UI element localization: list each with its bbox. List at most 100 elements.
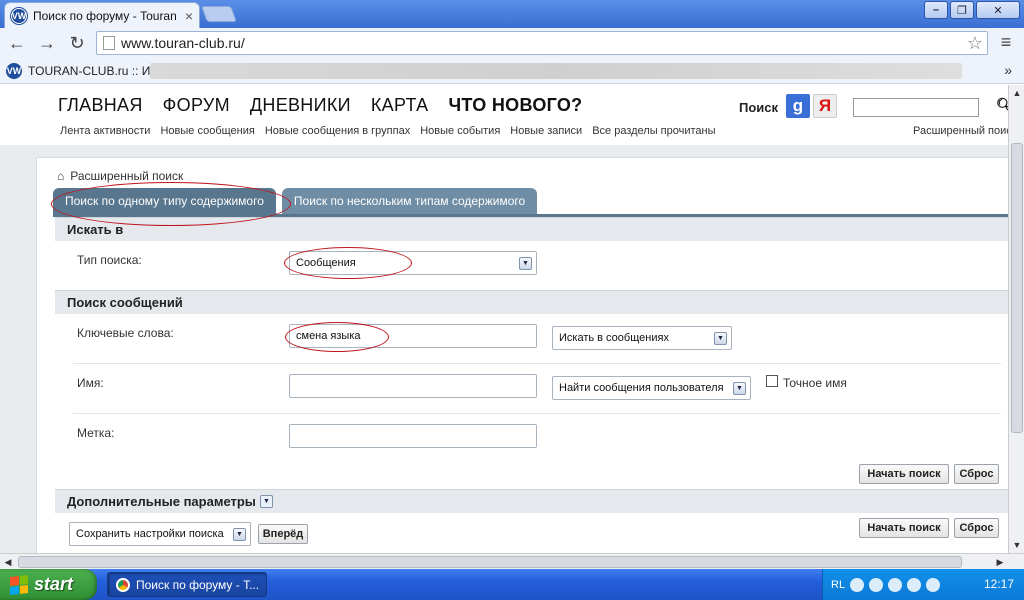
windows-taskbar: start Поиск по форуму - Т... RL 12:17 [0,569,1024,600]
google-search-icon[interactable]: g [786,94,810,118]
bookmarks-bar: VW TOURAN-CLUB.ru :: И... » [0,58,1024,84]
browser-titlebar: VW Поиск по форуму - Touran C × – ❐ ✕ [0,0,1024,28]
menu-icon[interactable]: ≡ [996,32,1016,53]
reset-button[interactable]: Сброс [954,464,999,484]
subnav-activity[interactable]: Лента активности [60,125,150,137]
tray-network-icon[interactable] [888,577,903,592]
exact-name-checkbox[interactable] [766,375,778,387]
subnav-new-events[interactable]: Новые события [420,125,500,137]
name-label: Имя: [77,376,104,390]
minimize-icon[interactable]: – [924,1,948,19]
tag-input[interactable] [289,424,537,448]
section-extra[interactable]: Дополнительные параметры ▼ [55,489,1008,513]
nav-diaries[interactable]: ДНЕВНИКИ [250,95,351,116]
start-label: start [34,574,74,594]
expand-chevron-icon[interactable]: ▼ [259,495,273,508]
tag-label: Метка: [77,426,115,440]
window-close-icon[interactable]: ✕ [976,1,1020,19]
url-text: www.touran-club.ru/ [121,35,245,51]
advanced-search-link[interactable]: Расширенный поиск [913,125,1008,137]
magnifier-icon[interactable]: 🔍︎ [996,97,1008,114]
sub-nav: Лента активности Новые сообщения Новые с… [60,125,716,137]
windows-logo-icon [10,574,28,595]
section-search-in: Искать в [55,217,1008,241]
nav-home[interactable]: ГЛАВНАЯ [58,95,143,116]
nav-forum[interactable]: ФОРУМ [163,95,230,116]
name-input[interactable] [289,374,537,398]
chrome-icon [116,577,130,592]
forward-arrow-icon[interactable]: → [36,32,58,54]
save-settings-value: Сохранить настройки поиска [76,528,224,540]
keywords-input[interactable]: смена языка [289,324,537,348]
clock: 12:17 [983,577,1014,591]
subnav-new-group-posts[interactable]: Новые сообщения в группах [265,125,410,137]
reload-icon[interactable]: ↻ [66,32,88,54]
search-type-select[interactable]: Сообщения ▼ [289,251,537,275]
tray-signal-icon[interactable] [926,577,941,592]
chevron-down-icon: ▼ [233,528,246,541]
vertical-scroll-thumb[interactable] [1011,143,1023,433]
chevron-down-icon: ▼ [733,382,746,395]
breadcrumb-current: Расширенный поиск [70,169,184,183]
start-search-button[interactable]: Начать поиск [859,464,949,484]
window-controls: – ❐ ✕ [924,1,1020,19]
system-tray: RL 12:17 [822,569,1024,600]
scroll-up-icon[interactable]: ▲ [1010,85,1024,101]
start-search-button-bottom[interactable]: Начать поиск [859,518,949,538]
bookmark-star-icon[interactable]: ☆ [967,33,983,54]
keywords-scope-select[interactable]: Искать в сообщениях ▼ [552,326,732,350]
bookmarks-overflow-icon[interactable]: » [1004,62,1012,78]
nav-whats-new[interactable]: ЧТО НОВОГО? [448,95,582,116]
search-type-label: Тип поиска: [77,253,142,267]
reset-button-bottom[interactable]: Сброс [954,518,999,538]
subnav-new-entries[interactable]: Новые записи [510,125,582,137]
tab-single-type[interactable]: Поиск по одному типу содержимого [53,188,276,214]
vertical-scrollbar[interactable]: ▲ ▼ [1008,85,1024,553]
tab-multiple-types[interactable]: Поиск по нескольким типам содержимого [281,188,538,214]
yandex-search-icon[interactable]: Я [813,94,837,118]
start-button[interactable]: start [0,569,97,600]
keywords-label: Ключевые слова: [77,326,174,340]
name-scope-value: Найти сообщения пользователя [559,382,724,394]
browser-tab[interactable]: VW Поиск по форуму - Touran C × [4,2,200,28]
search-label: Поиск [739,100,779,115]
forward-button[interactable]: Вперёд [258,524,308,544]
tab-close-icon[interactable]: × [185,8,193,24]
scroll-down-icon[interactable]: ▼ [1010,537,1024,553]
scroll-right-icon[interactable]: ▶ [992,554,1008,570]
row-divider [73,413,1001,414]
name-scope-select[interactable]: Найти сообщения пользователя ▼ [552,376,751,400]
tray-arrows-icon[interactable] [869,577,884,592]
taskbar-item-title: Поиск по форуму - Т... [136,577,260,592]
tray-app-icon[interactable] [850,577,865,592]
row-divider [73,363,1001,364]
subnav-mark-read[interactable]: Все разделы прочитаны [592,125,715,137]
keywords-value: смена языка [296,330,361,342]
new-tab-button[interactable] [201,6,237,22]
page-icon [103,36,115,50]
taskbar-chrome-item[interactable]: Поиск по форуму - Т... [107,572,267,597]
exact-name-label: Точное имя [783,376,847,390]
blurred-bookmarks [150,63,962,79]
home-icon[interactable]: ⌂ [57,169,64,183]
address-bar[interactable]: www.touran-club.ru/ ☆ [96,31,988,55]
chevron-down-icon: ▼ [519,257,532,270]
scroll-left-icon[interactable]: ◀ [0,554,16,570]
horizontal-scroll-thumb[interactable] [18,556,962,568]
nav-map[interactable]: КАРТА [371,95,429,116]
section-post-search: Поиск сообщений [55,290,1008,314]
save-settings-select[interactable]: Сохранить настройки поиска ▼ [69,522,251,546]
horizontal-scrollbar[interactable]: ◀ ▶ [0,553,1024,569]
bookmark-item[interactable]: TOURAN-CLUB.ru :: И... [28,64,160,78]
keywords-scope-value: Искать в сообщениях [559,332,669,344]
tray-volume-icon[interactable] [907,577,922,592]
back-arrow-icon[interactable]: ← [6,32,28,54]
maximize-icon[interactable]: ❐ [950,1,974,19]
search-type-value: Сообщения [296,257,356,269]
language-indicator[interactable]: RL [831,579,845,591]
main-nav: ГЛАВНАЯ ФОРУМ ДНЕВНИКИ КАРТА ЧТО НОВОГО? [58,95,582,116]
vw-favicon-icon: VW [11,7,27,24]
subnav-new-posts[interactable]: Новые сообщения [160,125,254,137]
header-search-input[interactable] [853,98,979,117]
site-header: ГЛАВНАЯ ФОРУМ ДНЕВНИКИ КАРТА ЧТО НОВОГО?… [0,85,1008,145]
